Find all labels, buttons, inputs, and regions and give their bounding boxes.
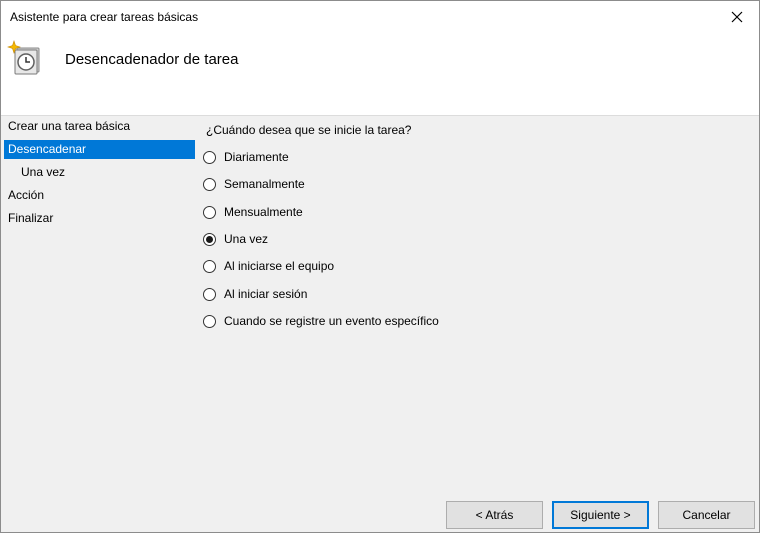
sidebar-item-finalizar: Finalizar: [8, 211, 54, 225]
radio-button[interactable]: [203, 314, 216, 328]
radio-button[interactable]: [203, 150, 216, 164]
radio-label: Diariamente: [224, 150, 289, 164]
radio-button[interactable]: [203, 232, 216, 246]
radio-semanalmente[interactable]: Semanalmente: [203, 175, 305, 193]
close-icon: [731, 11, 743, 22]
next-button[interactable]: Siguiente >: [552, 501, 649, 529]
task-scheduler-clock-icon: [7, 40, 40, 75]
radio-button[interactable]: [203, 259, 216, 273]
trigger-options-panel: ¿Cuándo desea que se inicie la tarea? Di…: [203, 117, 753, 477]
radio-al-iniciar-sesion[interactable]: Al iniciar sesión: [203, 285, 307, 303]
radio-label: Al iniciar sesión: [224, 287, 308, 301]
wizard-steps-sidebar: Crear una tarea básica Desencadenar Una …: [4, 117, 196, 477]
radio-label: Cuando se registre un evento específico: [224, 314, 439, 328]
wizard-window: Asistente para crear tareas básicas Dese…: [0, 0, 760, 533]
radio-label: Una vez: [224, 232, 269, 246]
radio-label: Mensualmente: [224, 205, 303, 219]
radio-button[interactable]: [203, 177, 216, 191]
trigger-question: ¿Cuándo desea que se inicie la tarea?: [206, 123, 412, 137]
title-bar: Asistente para crear tareas básicas: [1, 1, 759, 32]
radio-button[interactable]: [203, 205, 216, 219]
sidebar-item-una-vez: Una vez: [21, 165, 66, 179]
back-button[interactable]: < Atrás: [446, 501, 543, 529]
radio-label: Semanalmente: [224, 177, 305, 191]
sidebar-item-crear-tarea: Crear una tarea básica: [8, 119, 131, 133]
radio-evento-especifico[interactable]: Cuando se registre un evento específico: [203, 312, 439, 330]
radio-una-vez[interactable]: Una vez: [203, 230, 268, 248]
radio-diariamente[interactable]: Diariamente: [203, 148, 289, 166]
radio-button[interactable]: [203, 287, 216, 301]
radio-mensualmente[interactable]: Mensualmente: [203, 203, 303, 221]
radio-label: Al iniciarse el equipo: [224, 259, 335, 273]
page-title: Desencadenador de tarea: [65, 51, 239, 68]
radio-selected-dot: [206, 235, 213, 243]
cancel-button[interactable]: Cancelar: [658, 501, 755, 529]
sidebar-item-accion: Acción: [8, 188, 45, 202]
radio-al-iniciarse-equipo[interactable]: Al iniciarse el equipo: [203, 257, 334, 275]
wizard-header: Desencadenador de tarea: [1, 32, 759, 116]
window-title: Asistente para crear tareas básicas: [10, 10, 199, 24]
sidebar-item-desencadenar: Desencadenar: [4, 140, 195, 159]
close-button[interactable]: [715, 1, 759, 32]
